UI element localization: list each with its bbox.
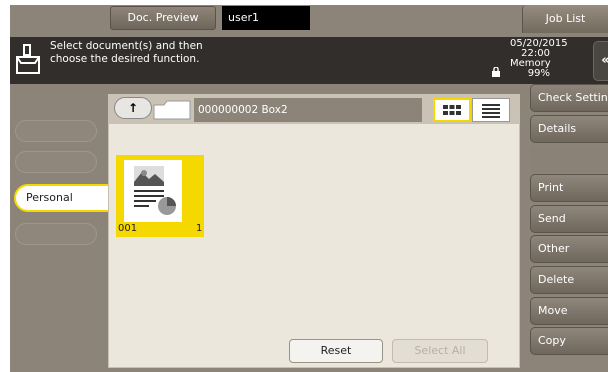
date-time-display: 05/20/2015 22:00 Memory 99% [510,39,568,79]
list-view-toggle[interactable] [472,98,510,122]
user-name: user1 [222,6,310,30]
guidance-line-2: choose the desired function. [50,53,200,65]
side-tab-blank [15,151,97,173]
delete-button[interactable]: Delete [530,266,608,294]
box-icon [153,100,191,120]
document-item[interactable]: 001 1 [116,155,204,237]
message-bar: Select document(s) and then choose the d… [10,37,608,84]
menu-slot-blank [530,145,608,173]
document-preview-icon [134,166,176,215]
lock-icon [492,67,500,77]
grid-icon [443,105,461,115]
thumbnail-view-toggle[interactable] [433,98,471,122]
guidance-line-1: Select document(s) and then [50,40,203,52]
other-button[interactable]: Other [530,235,608,263]
document-thumbnail [124,160,182,222]
job-list-button[interactable]: Job List [522,5,608,33]
memory-value: 99% [527,68,550,79]
side-tab-blank [15,223,97,245]
details-button[interactable]: Details [530,115,608,143]
doc-preview-button[interactable]: Doc. Preview [110,6,216,30]
reset-button[interactable]: Reset [289,339,383,363]
up-folder-button[interactable]: ↑ [114,97,152,119]
document-page-count: 1 [196,223,203,234]
send-button[interactable]: Send [530,205,608,233]
print-button[interactable]: Print [530,174,608,202]
select-all-button[interactable]: Select All [392,339,488,363]
box-title: 000000002 Box2 [194,98,422,122]
list-icon [482,104,500,118]
user-box-icon [16,44,40,74]
move-button[interactable]: Move [530,297,608,325]
tab-personal[interactable]: Personal [14,184,110,212]
check-setting-button[interactable]: Check Setting [530,84,608,112]
copy-button[interactable]: Copy [530,327,608,355]
back-arrow-icon[interactable]: « [593,41,608,81]
side-tab-blank [15,120,97,142]
document-number: 001 [118,223,138,234]
guidance-message: Select document(s) and then choose the d… [50,40,350,66]
